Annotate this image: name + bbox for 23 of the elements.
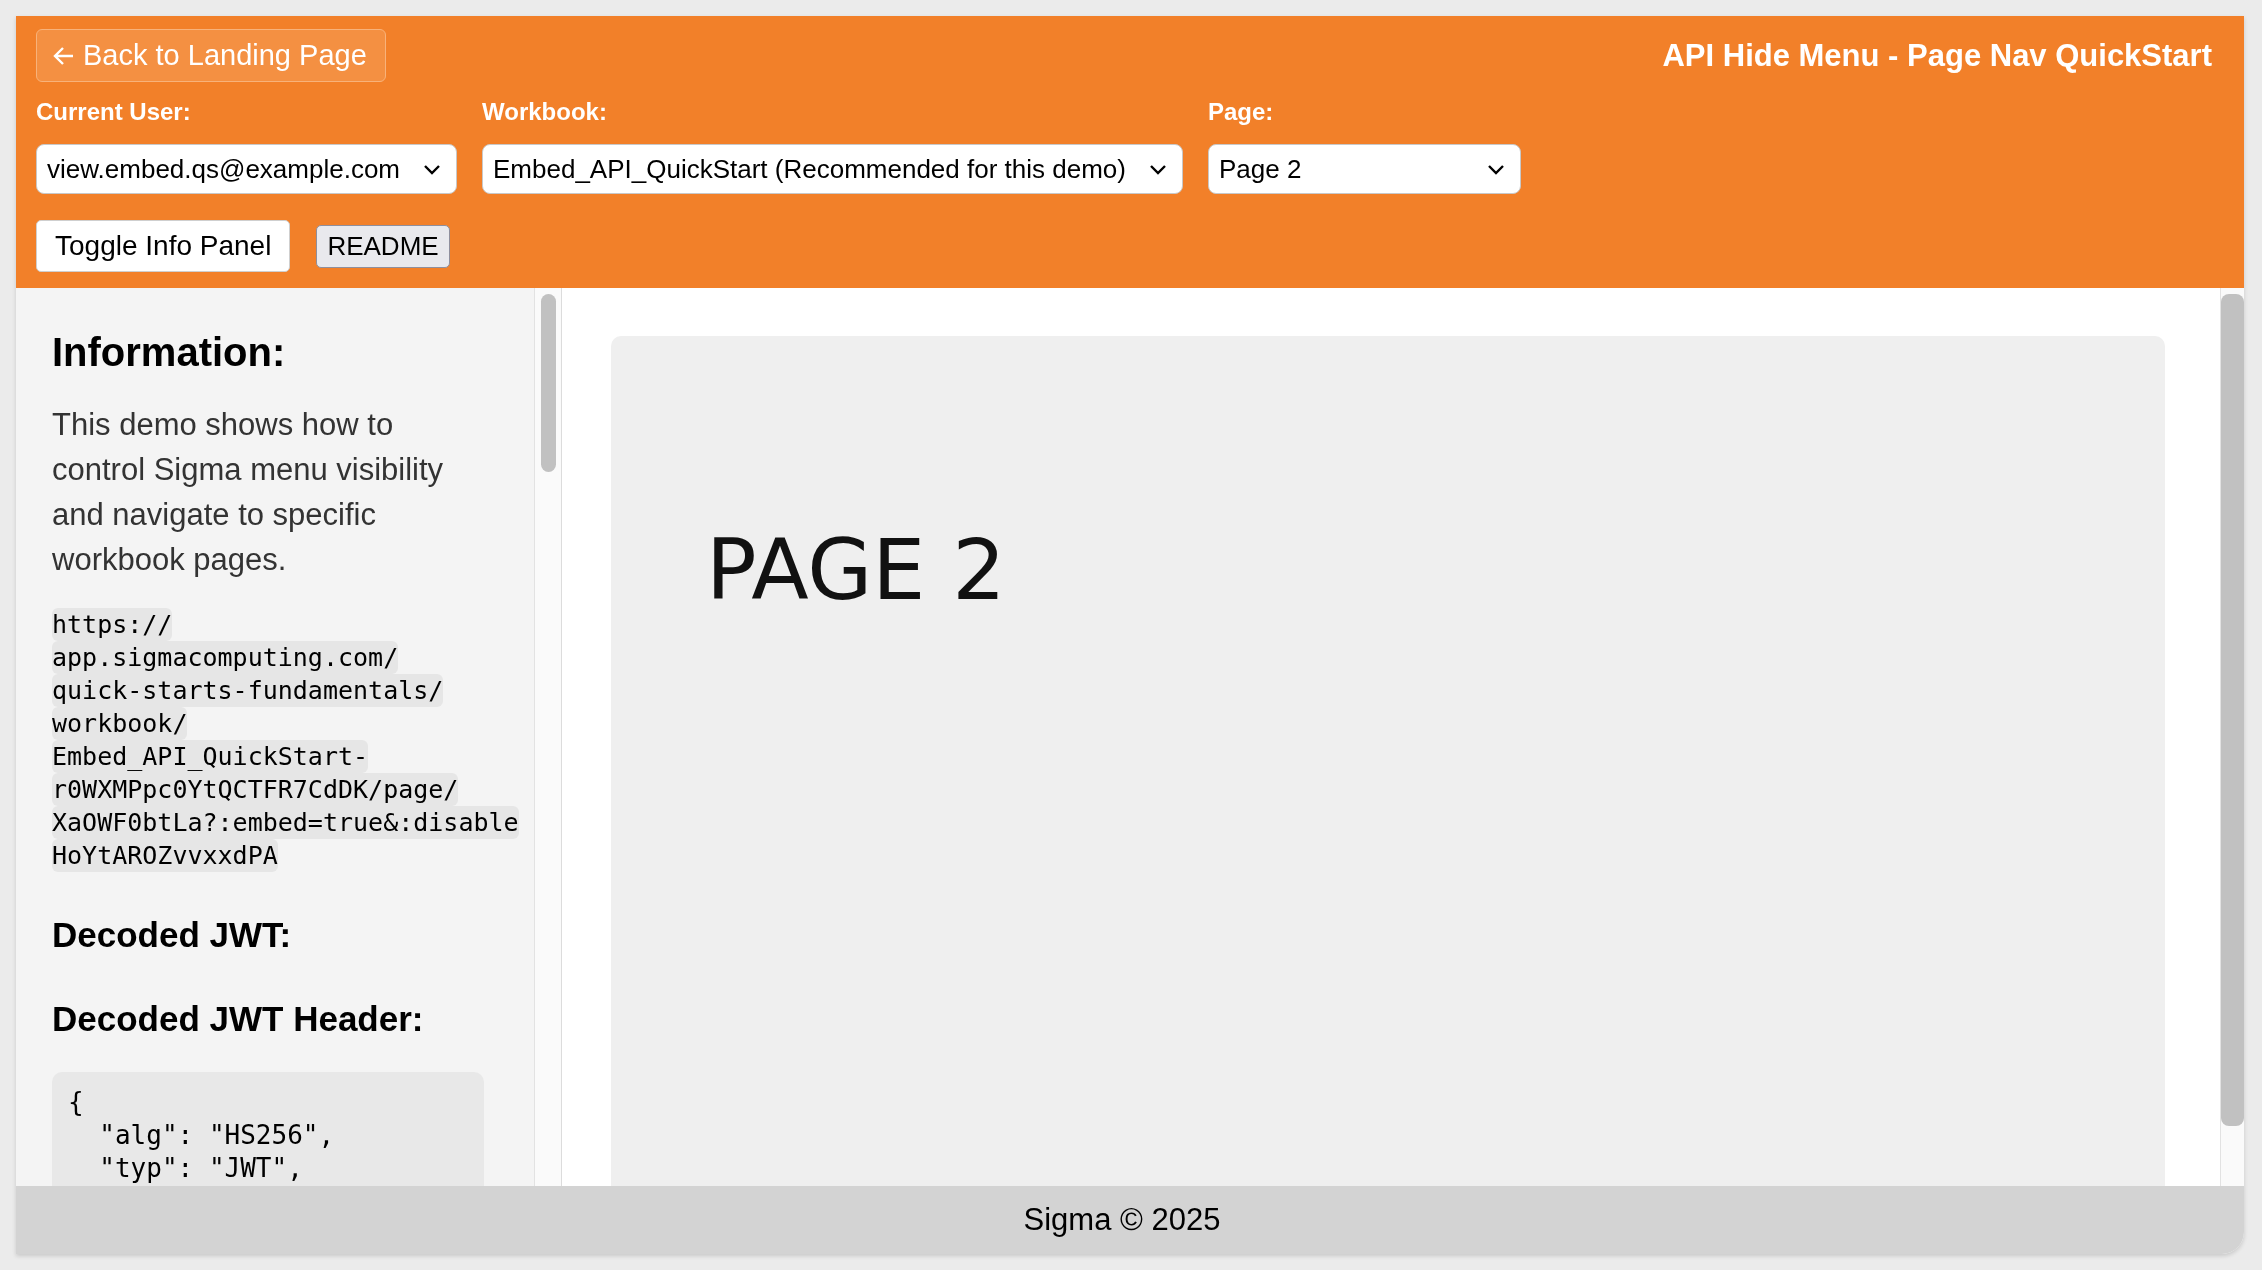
- arrow-left-icon: [53, 44, 75, 67]
- field-label: Workbook:: [482, 98, 608, 126]
- chevron-down-icon: [1485, 162, 1506, 176]
- readme-button[interactable]: README: [316, 224, 450, 268]
- dropdown[interactable]: view.embed.qs@example.com: [36, 144, 457, 194]
- dropdown[interactable]: Page 2: [1207, 144, 1521, 194]
- section-heading: Information:: [52, 329, 287, 376]
- field-label: Current User:: [36, 98, 192, 126]
- toggle-button[interactable]: Toggle Info Panel: [36, 220, 291, 272]
- page-title: API Hide Menu - Page Nav QuickStart: [1662, 38, 2212, 74]
- page-heading: PAGE 2: [706, 521, 1006, 619]
- chevron-down-icon: [1147, 162, 1168, 176]
- section-heading: Decoded JWT Header:: [52, 998, 425, 1040]
- footer-text: Sigma © 2025: [1023, 1202, 1221, 1238]
- description: This demo shows how to control Sigma menu visibility and navigate to specific workbook pages.: [52, 406, 445, 579]
- chevron-down-icon: [422, 162, 442, 176]
- field-label: Page:: [1207, 98, 1275, 126]
- code-block: { "alg": "HS256", "typ": "JWT",: [52, 1072, 484, 1186]
- scrollbar-thumb[interactable]: [540, 294, 556, 472]
- scrollbar-thumb[interactable]: [2221, 294, 2244, 1126]
- section-heading: Decoded JWT:: [52, 914, 293, 956]
- dropdown[interactable]: Embed_API_QuickStart (Recommended for this demo): [482, 144, 1183, 194]
- url-code: https:// app.sigmacomputing.com/ quick-starts-fundamentals/ workbook/ Embed_API_QuickStart- r0WXMPpc0YtQCTFR7CdDK/page/ XaOWF0btLa?:embed=true&:disable HoYtAROZvvxxdPA: [52, 608, 520, 872]
